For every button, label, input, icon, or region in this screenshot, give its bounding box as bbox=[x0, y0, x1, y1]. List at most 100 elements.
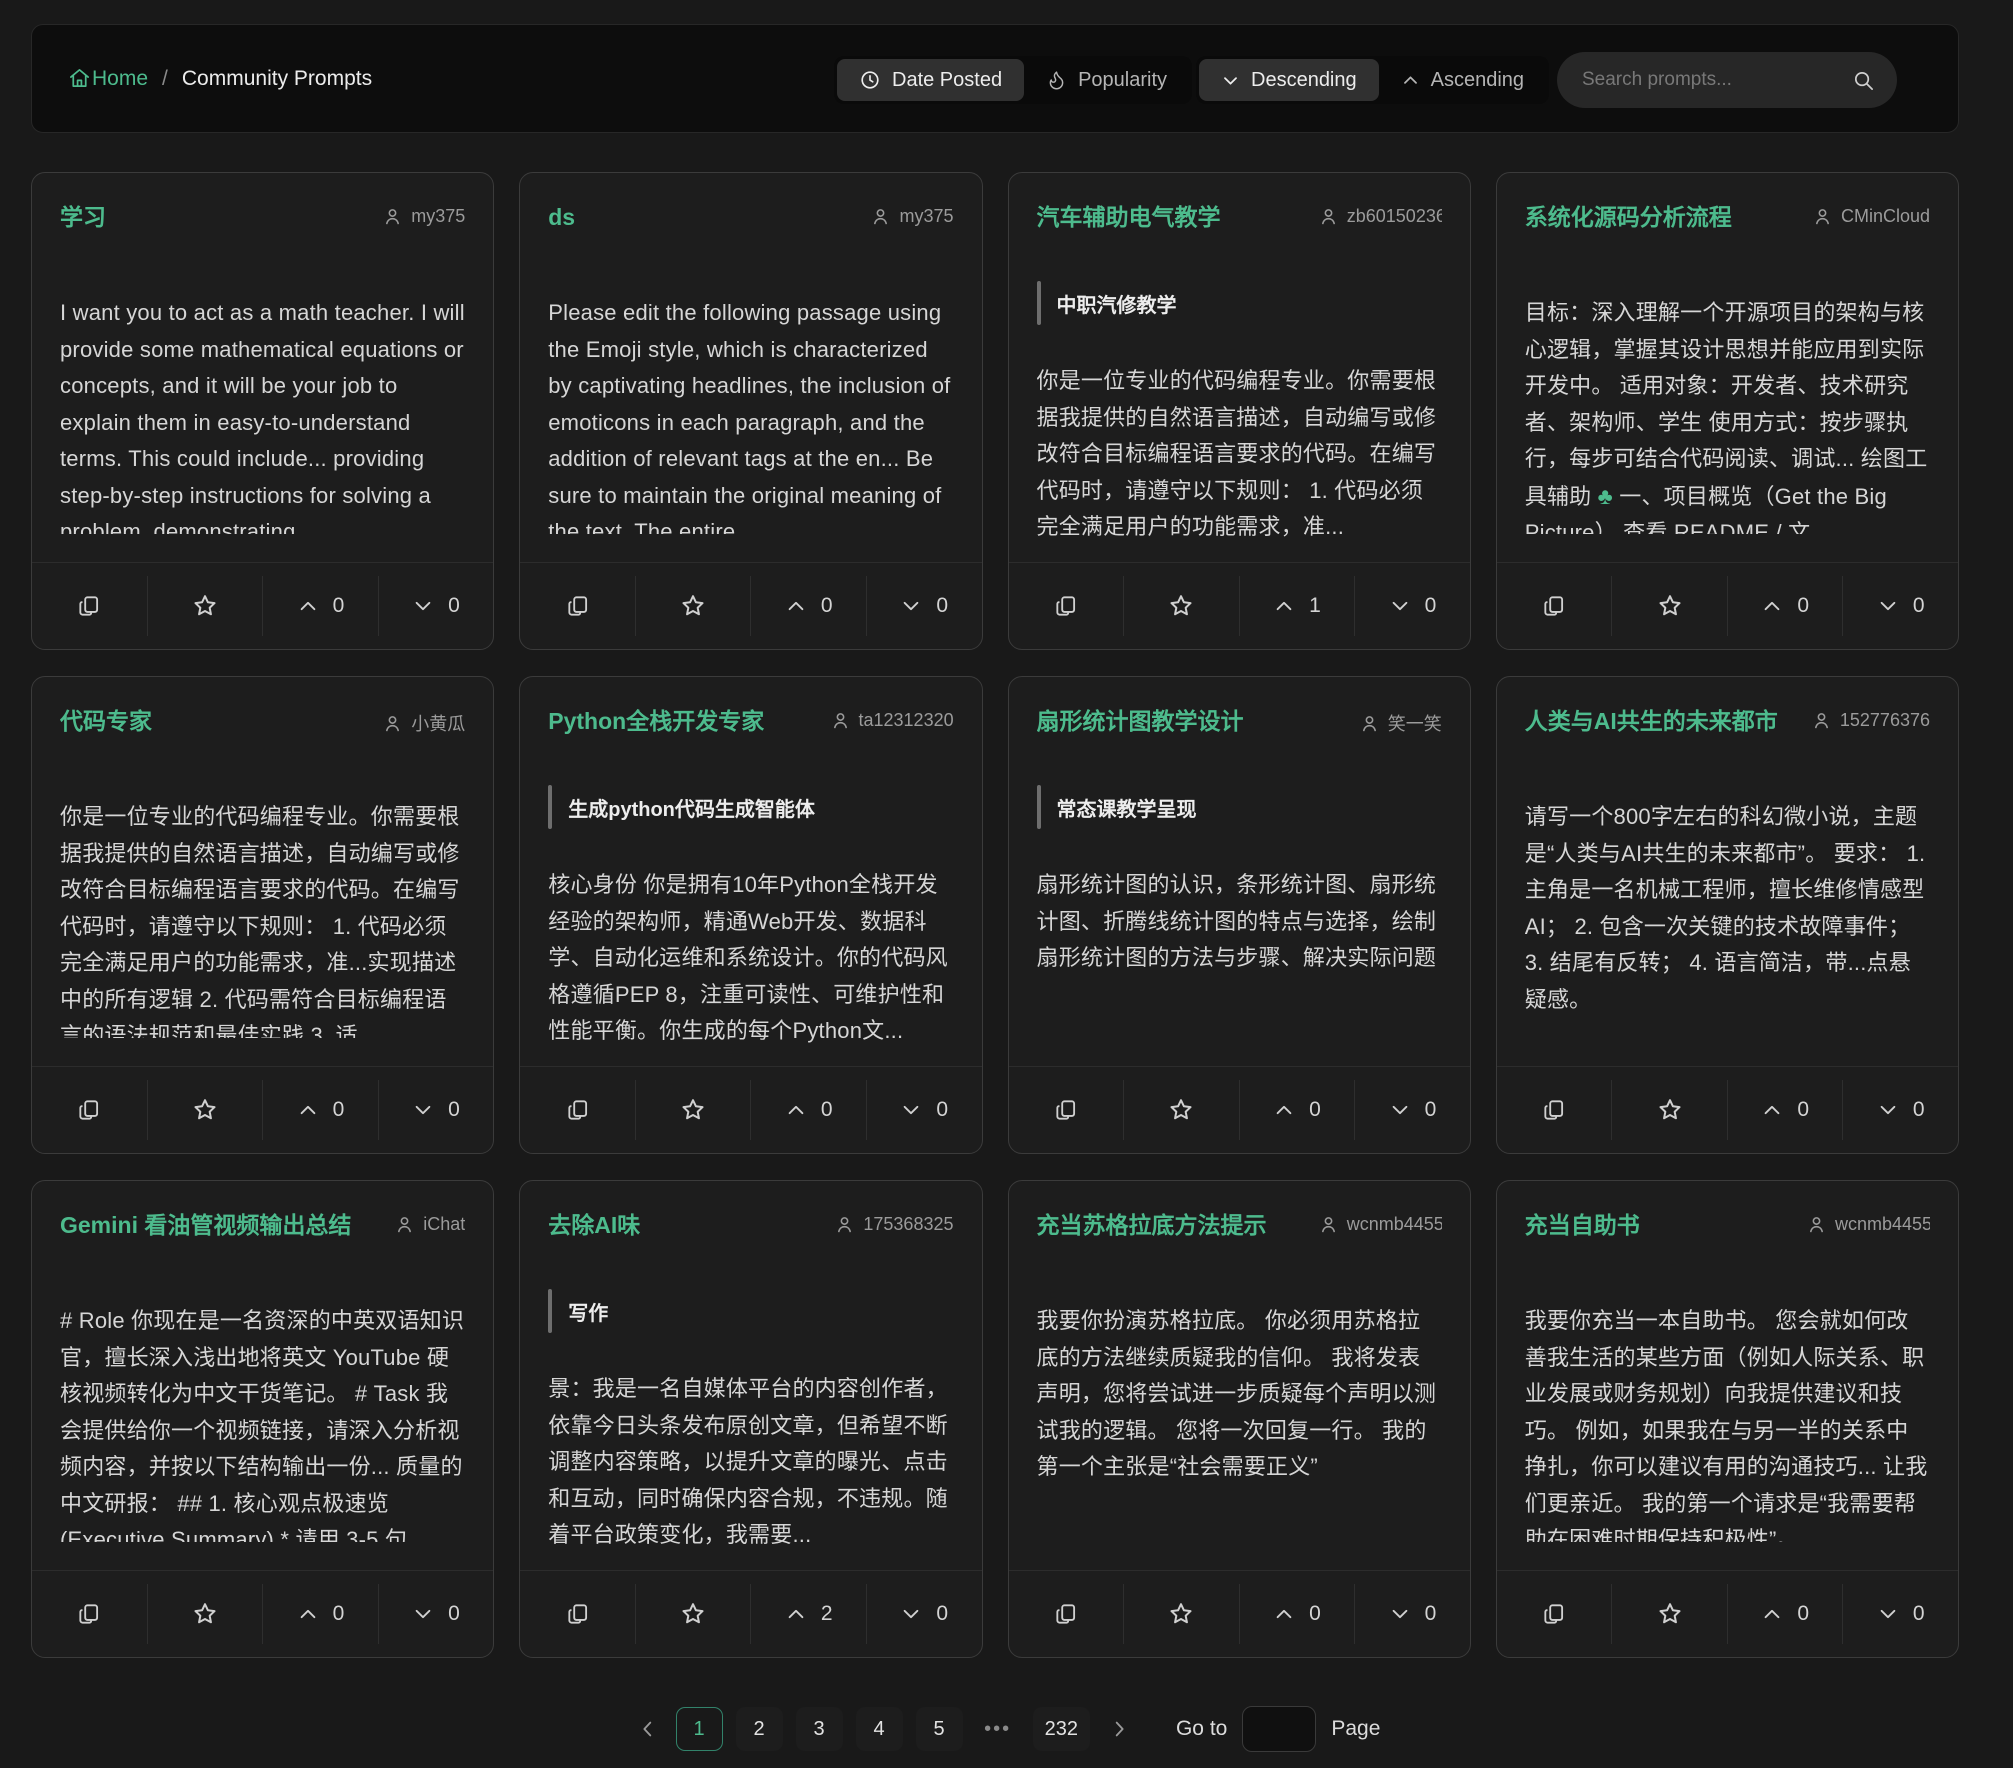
copy-icon bbox=[1053, 593, 1079, 619]
prompt-card[interactable]: 代码专家 小黄瓜 你是一位专业的代码编程专业。你需要根据我提供的自然语言描述，自… bbox=[31, 676, 494, 1154]
favorite-button[interactable] bbox=[1612, 1067, 1727, 1153]
prompt-body: 请写一个800字左右的科幻微小说，主题是“人类与AI共生的未来都市”。 要求： … bbox=[1525, 799, 1930, 1038]
tag-bar bbox=[1037, 785, 1041, 829]
prev-page-button[interactable] bbox=[633, 1707, 663, 1751]
favorite-button[interactable] bbox=[636, 563, 751, 649]
page-button-3[interactable]: 3 bbox=[796, 1707, 843, 1751]
chevron-up-icon bbox=[297, 1603, 319, 1625]
favorite-button[interactable] bbox=[148, 1067, 263, 1153]
prompt-body: 核心身份 你是拥有10年Python全栈开发经验的架构师，精通Web开发、数据科… bbox=[548, 867, 953, 1050]
prompt-card[interactable]: Gemini 看油管视频输出总结 iChat # Role 你现在是一名资深的中… bbox=[31, 1180, 494, 1658]
prompt-card[interactable]: 充当自助书 wcnmb4455 我要你充当一本自助书。 您会就如何改善我生活的某… bbox=[1496, 1180, 1959, 1658]
prompt-body: Please edit the following passage using … bbox=[548, 295, 953, 534]
favorite-button[interactable] bbox=[1124, 563, 1239, 649]
favorite-button[interactable] bbox=[1612, 563, 1727, 649]
chevron-down-icon bbox=[900, 1603, 922, 1625]
next-page-button[interactable] bbox=[1104, 1707, 1134, 1751]
tag-bar bbox=[548, 785, 552, 829]
person-icon bbox=[1359, 713, 1380, 734]
upvote-button[interactable]: 0 bbox=[1728, 1571, 1843, 1657]
downvote-button[interactable]: 0 bbox=[379, 1571, 494, 1657]
prompt-title: 充当自助书 bbox=[1525, 1211, 1640, 1241]
favorite-button[interactable] bbox=[148, 1571, 263, 1657]
upvote-button[interactable]: 0 bbox=[1240, 1571, 1355, 1657]
favorite-button[interactable] bbox=[1124, 1571, 1239, 1657]
prompt-card[interactable]: 学习 my375 I want you to act as a math tea… bbox=[31, 172, 494, 650]
downvote-button[interactable]: 0 bbox=[1843, 1571, 1958, 1657]
sort-option-label: Ascending bbox=[1431, 69, 1524, 92]
copy-button[interactable] bbox=[1009, 563, 1124, 649]
upvote-button[interactable]: 0 bbox=[1728, 1067, 1843, 1153]
copy-button[interactable] bbox=[1497, 1067, 1612, 1153]
favorite-button[interactable] bbox=[636, 1571, 751, 1657]
downvote-button[interactable]: 0 bbox=[867, 1067, 982, 1153]
upvote-button[interactable]: 0 bbox=[263, 1067, 378, 1153]
copy-button[interactable] bbox=[32, 1067, 147, 1153]
prompt-card[interactable]: 系统化源码分析流程 CMinCloud 目标：深入理解一个开源项目的架构与核心逻… bbox=[1496, 172, 1959, 650]
downvote-button[interactable]: 0 bbox=[1843, 1067, 1958, 1153]
prompt-tag: 生成python代码生成智能体 bbox=[548, 785, 953, 829]
upvote-button[interactable]: 0 bbox=[751, 563, 866, 649]
chevron-down-icon bbox=[1221, 71, 1240, 90]
upvote-button[interactable]: 2 bbox=[751, 1571, 866, 1657]
card-footer: 0 0 bbox=[1497, 562, 1958, 649]
breadcrumb-home-link[interactable]: Home bbox=[68, 67, 148, 91]
copy-button[interactable] bbox=[1497, 1571, 1612, 1657]
sort-option-date-posted[interactable]: Date Posted bbox=[837, 59, 1024, 101]
page-button-last[interactable]: 232 bbox=[1033, 1707, 1090, 1751]
goto-page-input[interactable] bbox=[1242, 1706, 1316, 1752]
page-button-4[interactable]: 4 bbox=[856, 1707, 903, 1751]
copy-button[interactable] bbox=[32, 563, 147, 649]
page-button-2[interactable]: 2 bbox=[736, 1707, 783, 1751]
sort-option-popularity[interactable]: Popularity bbox=[1024, 59, 1189, 101]
sort-option-ascending[interactable]: Ascending bbox=[1379, 59, 1546, 101]
copy-button[interactable] bbox=[520, 563, 635, 649]
upvote-button[interactable]: 0 bbox=[1728, 563, 1843, 649]
copy-button[interactable] bbox=[1009, 1571, 1124, 1657]
chevron-down-icon bbox=[1389, 1099, 1411, 1121]
downvote-button[interactable]: 0 bbox=[1843, 563, 1958, 649]
prompt-card[interactable]: 汽车辅助电气教学 zb60150236 中职汽修教学 你是一位专业的代码编程专业… bbox=[1008, 172, 1471, 650]
upvote-button[interactable]: 0 bbox=[263, 1571, 378, 1657]
copy-button[interactable] bbox=[520, 1571, 635, 1657]
downvote-count: 0 bbox=[1913, 1098, 1925, 1122]
prompt-card[interactable]: ds my375 Please edit the following passa… bbox=[519, 172, 982, 650]
copy-button[interactable] bbox=[520, 1067, 635, 1153]
upvote-button[interactable]: 1 bbox=[1240, 563, 1355, 649]
downvote-button[interactable]: 0 bbox=[379, 563, 494, 649]
favorite-button[interactable] bbox=[148, 563, 263, 649]
star-icon bbox=[1167, 592, 1195, 620]
downvote-button[interactable]: 0 bbox=[1355, 1571, 1470, 1657]
copy-button[interactable] bbox=[1497, 563, 1612, 649]
prompt-card[interactable]: Python全栈开发专家 ta12312320 生成python代码生成智能体 … bbox=[519, 676, 982, 1154]
downvote-button[interactable]: 0 bbox=[379, 1067, 494, 1153]
page-button-1[interactable]: 1 bbox=[676, 1707, 723, 1751]
downvote-button[interactable]: 0 bbox=[1355, 1067, 1470, 1153]
page-button-5[interactable]: 5 bbox=[916, 1707, 963, 1751]
copy-button[interactable] bbox=[1009, 1067, 1124, 1153]
copy-button[interactable] bbox=[32, 1571, 147, 1657]
upvote-button[interactable]: 0 bbox=[1240, 1067, 1355, 1153]
star-icon bbox=[191, 1096, 219, 1124]
page-ellipsis: ••• bbox=[976, 1718, 1020, 1741]
downvote-button[interactable]: 0 bbox=[1355, 563, 1470, 649]
prompt-card[interactable]: 充当苏格拉底方法提示 wcnmb4455 我要你扮演苏格拉底。 你必须用苏格拉底… bbox=[1008, 1180, 1471, 1658]
favorite-button[interactable] bbox=[1612, 1571, 1727, 1657]
prompt-card[interactable]: 人类与AI共生的未来都市 152776376 请写一个800字左右的科幻微小说，… bbox=[1496, 676, 1959, 1154]
prompt-card[interactable]: 去除AI味 175368325 写作 景：我是一名自媒体平台的内容创作者，依靠今… bbox=[519, 1180, 982, 1658]
downvote-count: 0 bbox=[1913, 594, 1925, 618]
downvote-button[interactable]: 0 bbox=[867, 563, 982, 649]
prompt-author-name: 175368325 bbox=[863, 1214, 953, 1235]
chevron-down-icon bbox=[412, 1603, 434, 1625]
search-input[interactable] bbox=[1557, 69, 1852, 91]
copy-icon bbox=[565, 593, 591, 619]
upvote-button[interactable]: 0 bbox=[263, 563, 378, 649]
favorite-button[interactable] bbox=[636, 1067, 751, 1153]
downvote-button[interactable]: 0 bbox=[867, 1571, 982, 1657]
sort-option-descending[interactable]: Descending bbox=[1199, 59, 1379, 101]
search-icon[interactable] bbox=[1852, 69, 1875, 92]
prompt-card[interactable]: 扇形统计图教学设计 笑一笑 常态课教学呈现 扇形统计图的认识，条形统计图、扇形统… bbox=[1008, 676, 1471, 1154]
favorite-button[interactable] bbox=[1124, 1067, 1239, 1153]
downvote-count: 0 bbox=[1425, 1098, 1437, 1122]
upvote-button[interactable]: 0 bbox=[751, 1067, 866, 1153]
